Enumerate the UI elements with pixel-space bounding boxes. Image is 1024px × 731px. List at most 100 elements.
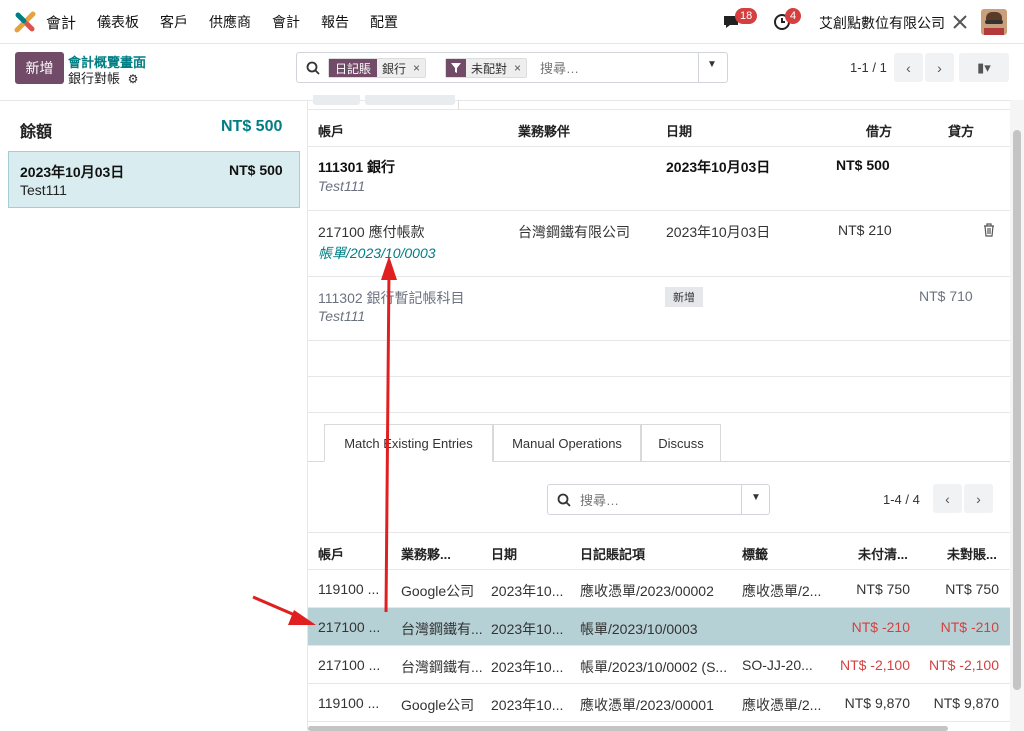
new-line-badge: 新增 [665,287,703,307]
tab-manual-operations[interactable]: Manual Operations [493,424,641,461]
match-cell-account: 119100 ... [318,695,380,711]
facet-journal-remove-icon[interactable]: × [411,61,425,75]
match-col-amount-residual[interactable]: 未付清... [858,544,908,563]
gear-icon[interactable]: ⚙ [128,72,139,86]
line-account: 217100 應付帳款 [318,224,425,240]
col-header-debit: 借方 [866,124,893,139]
match-cell-label: 應收憑單/2... [742,697,822,713]
col-header-date: 日期 [666,124,693,139]
row-divider [308,276,1010,277]
match-search-chevron-down-icon[interactable]: ▼ [751,492,761,503]
pager-value[interactable]: 1-1 / 1 [850,60,887,75]
menu-item-accounting[interactable]: 會計 [272,12,300,32]
match-table-row[interactable]: 217100 ... 台灣鋼鐵有... 2023年10... 帳單/2023/10/0… [308,608,1010,646]
debug-tools-icon[interactable] [952,14,968,30]
action-button-stub[interactable] [313,95,360,105]
view-switcher-button[interactable]: ▮▾ [959,53,1009,82]
facet-filter: 未配對 × [445,58,528,78]
breadcrumb-current: 銀行對帳 ⚙ [68,68,138,87]
accounting-app-icon[interactable] [14,11,36,33]
search-icon [306,61,320,75]
match-table-row[interactable]: 217100 ... 台灣鋼鐵有... 2023年10... 帳單/2023/10/0… [308,646,1010,684]
search-input[interactable] [540,58,690,78]
menu-item-configuration[interactable]: 配置 [370,12,398,32]
statement-line-date: 2023年10月03日 [20,164,125,180]
row-divider [308,340,1010,341]
line-reference-link[interactable]: 帳單/2023/10/0003 [318,243,436,263]
match-col-partner[interactable]: 業務夥... [401,544,451,563]
line-partner: 台灣鋼鐵有限公司 [518,224,630,240]
match-cell-partner: 台灣鋼鐵有... [401,621,483,637]
tab-discuss[interactable]: Discuss [641,424,721,461]
main-menu: 儀表板 客戶 供應商 會計 報告 配置 [97,12,419,32]
match-col-label[interactable]: 標籤 [742,544,768,563]
line-credit: NT$ 710 [919,288,973,304]
company-switcher[interactable]: 艾創點數位有限公司 [819,13,945,33]
match-col-date[interactable]: 日期 [491,544,517,563]
facet-filter-value: 未配對 [471,61,508,76]
row-divider [308,376,1010,377]
row-divider [308,721,1010,722]
tab-match-existing-entries[interactable]: Match Existing Entries [324,424,493,462]
line-account: 111302 銀行暫記帳科目 [318,290,465,306]
chevron-left-icon: ‹ [906,59,911,76]
facet-filter-remove-icon[interactable]: × [512,61,526,75]
match-cell-journal-item: 應收憑單/2023/00002 [580,583,714,599]
match-pager-previous-button[interactable]: ‹ [933,484,962,513]
match-col-journal-item[interactable]: 日記賬記項 [580,544,645,563]
horizontal-scrollbar-thumb[interactable] [308,726,948,731]
menu-item-dashboard[interactable]: 儀表板 [97,12,139,32]
line-date: 2023年10月03日 [666,159,771,175]
messages-badge: 18 [735,8,758,24]
match-search-input[interactable] [580,490,730,510]
match-cell-date: 2023年10... [491,659,564,675]
col-header-partner: 業務夥伴 [518,124,571,139]
match-col-account[interactable]: 帳戶 [318,544,344,563]
match-pager-value[interactable]: 1-4 / 4 [883,492,920,507]
menu-item-reporting[interactable]: 報告 [321,12,349,32]
line-debit: NT$ 500 [836,157,890,173]
match-cell-account: 119100 ... [318,581,380,597]
new-button[interactable]: 新增 [15,52,64,84]
search-toggle-chevron-down-icon[interactable]: ▼ [707,59,717,70]
action-button-stub[interactable] [365,95,455,105]
statement-line-card[interactable]: 2023年10月03日 NT$ 500 Test111 [8,151,300,208]
chevron-left-icon: ‹ [945,490,950,507]
match-table-row[interactable]: 119100 ... Google公司 2023年10... 應收憑單/2023/00… [308,684,1010,722]
pager-next-button[interactable]: › [925,53,954,82]
scrollbar-thumb[interactable] [1013,130,1021,690]
pager-previous-button[interactable]: ‹ [894,53,923,82]
menu-item-customers[interactable]: 客戶 [160,12,188,32]
line-date: 2023年10月03日 [666,224,771,240]
app-name[interactable]: 會計 [46,12,76,33]
match-cell-partner: Google公司 [401,697,475,713]
trash-icon[interactable] [983,223,995,237]
match-cell-journal-item: 帳單/2023/10/0003 [580,621,698,637]
match-table-row[interactable]: 119100 ... Google公司 2023年10... 應收憑單/2023/00… [308,570,1010,608]
facet-journal-value: 銀行 [382,61,407,76]
line-reference: Test111 [318,178,366,194]
match-cell-journal-item: 帳單/2023/10/0002 (S... [580,659,728,675]
match-header-top-border [308,532,1010,533]
match-search-bar: ▼ [547,484,770,515]
match-cell-journal-item: 應收憑單/2023/00001 [580,697,714,713]
breadcrumb-current-label: 銀行對帳 [68,71,121,86]
balance-amount: NT$ 500 [221,118,283,135]
kanban-view-icon: ▮▾ [977,59,991,75]
match-cell-date: 2023年10... [491,621,564,637]
match-cell-amount-unreconciled: NT$ 750 [945,581,999,597]
user-avatar[interactable] [981,9,1007,35]
match-pager-next-button[interactable]: › [964,484,993,513]
line-debit: NT$ 210 [838,222,892,238]
header-top-border [308,109,1010,110]
statement-line-label: Test111 [20,182,67,198]
match-cell-amount-unreconciled: NT$ 9,870 [933,695,999,711]
row-divider [308,412,1010,413]
match-cell-label: 應收憑單/2... [742,583,822,599]
menu-item-vendors[interactable]: 供應商 [209,12,251,32]
balance-label: 餘額 [20,124,53,141]
match-col-amount-unreconciled[interactable]: 未對賬... [947,544,997,563]
row-divider [308,146,1010,147]
line-account: 111301 銀行 [318,159,396,175]
match-cell-amount-unreconciled: NT$ -2,100 [928,657,999,673]
